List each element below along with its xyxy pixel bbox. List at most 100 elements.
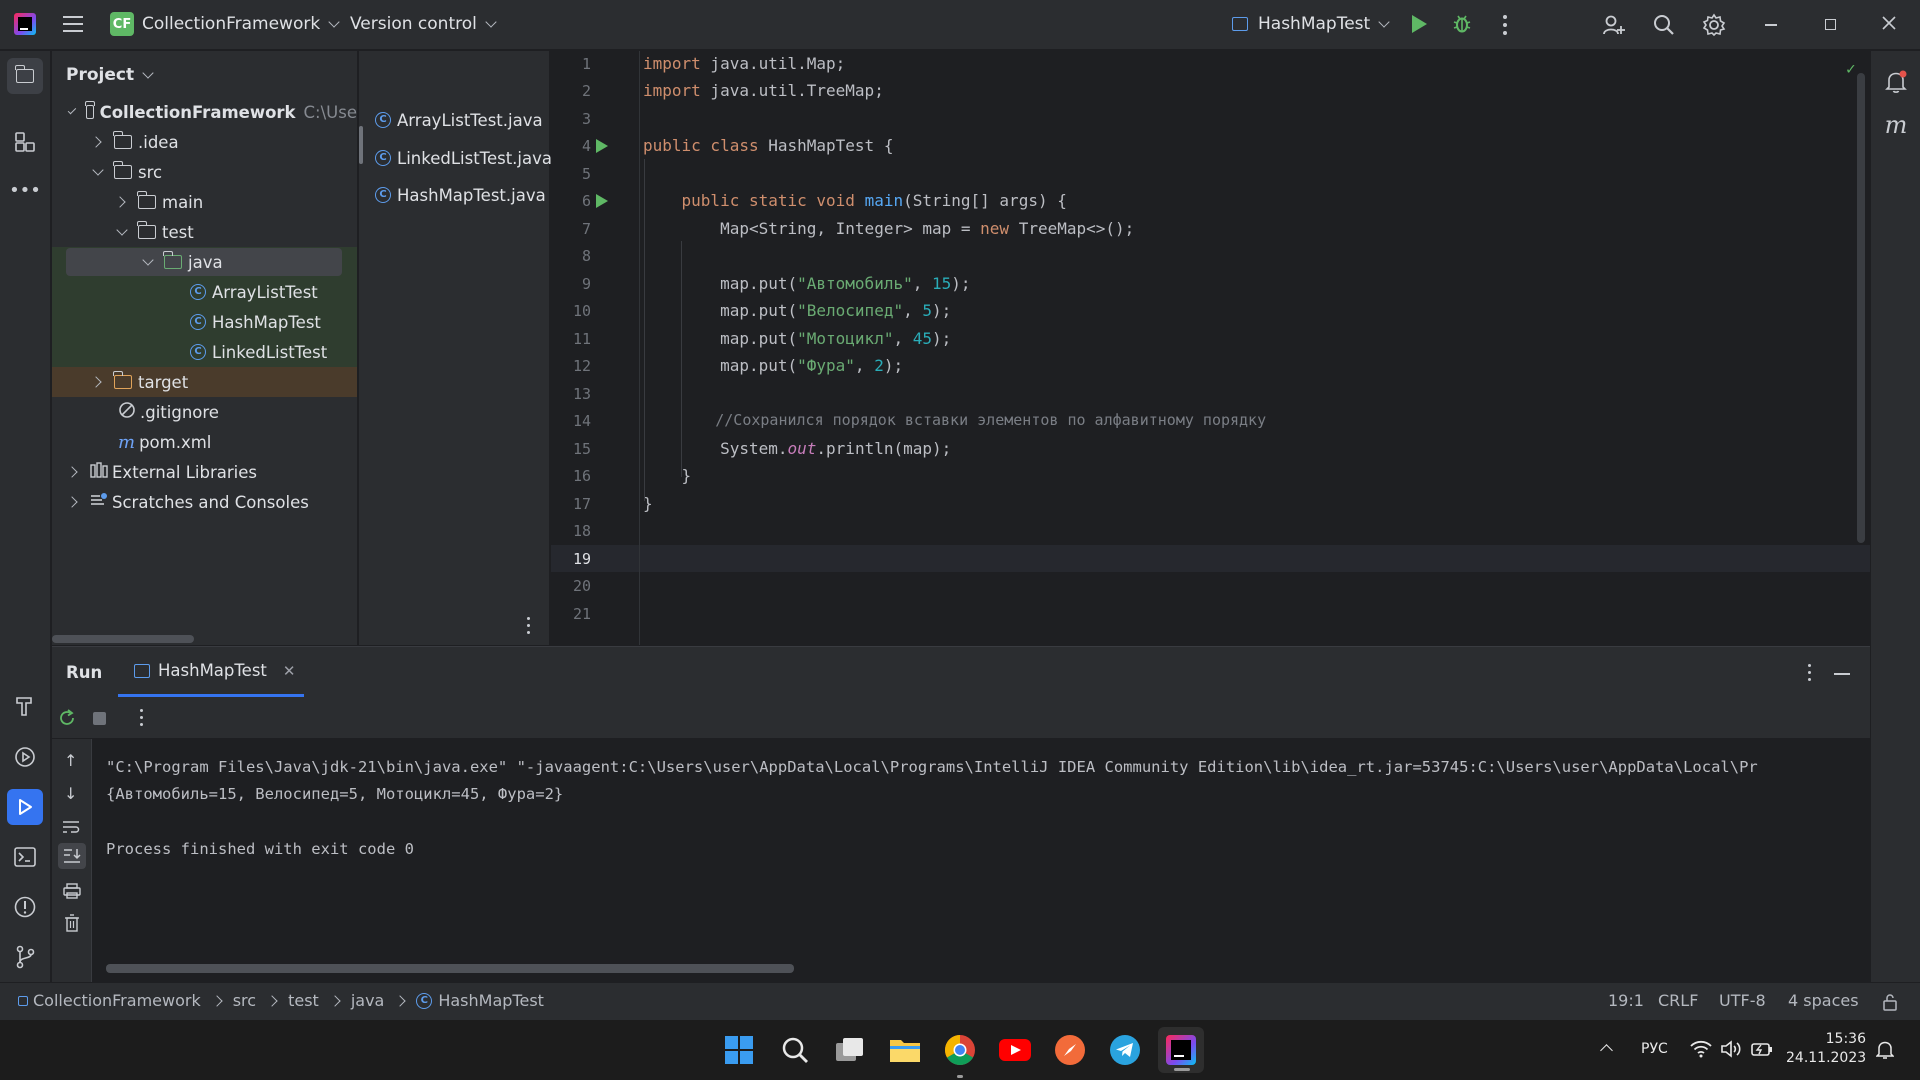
run-gutter-icon[interactable] — [596, 194, 608, 208]
input-language[interactable]: РУС — [1641, 1041, 1668, 1057]
caret-position[interactable]: 19:1 — [1608, 991, 1644, 1010]
tree-item-hashmaptest[interactable]: C HashMapTest — [52, 307, 357, 337]
more-options-icon[interactable] — [527, 617, 531, 635]
breadcrumb-item[interactable]: java — [351, 991, 385, 1010]
search-icon[interactable] — [1653, 14, 1675, 40]
file-list-scrollbar[interactable] — [359, 126, 363, 164]
restore-icon[interactable] — [1825, 19, 1836, 30]
breadcrumb-item[interactable]: src — [233, 991, 256, 1010]
problems-tool-icon[interactable] — [7, 889, 43, 925]
git-tool-icon[interactable] — [7, 939, 43, 975]
run-gutter-icon[interactable] — [596, 139, 608, 153]
tree-item-gitignore[interactable]: .gitignore — [52, 397, 357, 427]
vcs-widget[interactable]: Version control — [350, 14, 497, 34]
console-output[interactable]: "C:\Program Files\Java\jdk-21\bin\java.e… — [92, 739, 1870, 983]
class-icon: C — [190, 314, 206, 330]
soft-wrap-icon[interactable] — [62, 819, 80, 838]
tree-item-external-libraries[interactable]: External Libraries — [52, 457, 357, 487]
tree-item-scratches[interactable]: Scratches and Consoles — [52, 487, 357, 517]
code-line-7: Map<String, Integer> map = new TreeMap<>… — [643, 219, 1135, 238]
project-panel-header[interactable]: Project — [66, 65, 154, 85]
tree-item-main[interactable]: main — [52, 187, 357, 217]
intellij-logo-icon[interactable] — [14, 13, 36, 35]
print-icon[interactable] — [63, 883, 81, 903]
taskbar-search-icon[interactable] — [775, 1030, 815, 1070]
main-menu-icon[interactable] — [63, 16, 83, 34]
tree-item-target[interactable]: target — [52, 367, 357, 397]
breadcrumb-item[interactable]: test — [288, 991, 319, 1010]
file-item-arraylisttest[interactable]: C ArrayListTest.java — [375, 105, 543, 135]
settings-gear-icon[interactable] — [1702, 13, 1726, 41]
more-actions-icon[interactable] — [140, 709, 144, 727]
file-item-linkedlisttest[interactable]: C LinkedListTest.java — [375, 143, 552, 173]
services-tool-icon[interactable] — [7, 739, 43, 775]
run-tab-hashmaptest[interactable]: HashMapTest ✕ — [118, 647, 304, 697]
tree-item-java[interactable]: java — [52, 247, 357, 277]
tree-item-pom[interactable]: m pom.xml — [52, 427, 357, 457]
file-item-hashmaptest[interactable]: C HashMapTest.java — [375, 180, 546, 210]
battery-icon[interactable] — [1751, 1041, 1773, 1061]
maven-tool-icon[interactable]: m — [1878, 107, 1914, 143]
scroll-to-end-icon[interactable] — [58, 843, 86, 869]
terminal-tool-icon[interactable] — [7, 839, 43, 875]
notifications-bell-icon[interactable] — [1878, 64, 1914, 100]
debug-icon[interactable] — [1453, 14, 1471, 34]
project-name: CollectionFramework — [142, 14, 321, 34]
intellij-taskbar-icon[interactable] — [1158, 1027, 1204, 1073]
indent-setting[interactable]: 4 spaces — [1788, 991, 1859, 1010]
structure-tool-icon[interactable] — [7, 124, 43, 160]
editor-scrollbar[interactable] — [1857, 73, 1865, 543]
line-number: 18 — [572, 522, 591, 540]
rerun-icon[interactable] — [58, 709, 76, 731]
tree-item-linkedlisttest[interactable]: C LinkedListTest — [52, 337, 357, 367]
run-tool-icon[interactable] — [7, 789, 43, 825]
project-widget[interactable]: CF CollectionFramework — [110, 12, 340, 36]
wifi-icon[interactable] — [1690, 1040, 1712, 1062]
task-view-icon[interactable] — [830, 1030, 870, 1070]
arrow-up-icon[interactable]: ↑ — [64, 751, 77, 770]
close-tab-icon[interactable]: ✕ — [283, 662, 296, 680]
telegram-icon[interactable] — [1105, 1030, 1145, 1070]
tree-item-src[interactable]: src — [52, 157, 357, 187]
file-explorer-icon[interactable] — [885, 1030, 925, 1070]
run-icon[interactable] — [1412, 15, 1427, 33]
tree-item-idea[interactable]: .idea — [52, 127, 357, 157]
chevron-up-icon[interactable] — [1600, 1044, 1613, 1057]
trash-icon[interactable] — [64, 914, 80, 936]
run-config-selector[interactable]: HashMapTest — [1232, 14, 1390, 34]
horizontal-scrollbar[interactable] — [52, 635, 194, 643]
arrow-down-icon[interactable]: ↓ — [64, 784, 77, 803]
build-tool-icon[interactable] — [7, 688, 43, 724]
test-folder-icon — [163, 251, 182, 269]
console-horizontal-scrollbar[interactable] — [106, 964, 794, 973]
stop-icon[interactable] — [93, 712, 106, 725]
clock[interactable]: 15:36 24.11.2023 — [1786, 1030, 1866, 1068]
more-tools-icon[interactable]: ••• — [7, 172, 43, 208]
clock-time: 15:36 — [1825, 1031, 1866, 1047]
minimize-icon[interactable] — [1765, 24, 1777, 26]
youtube-icon[interactable] — [995, 1030, 1035, 1070]
lock-icon[interactable] — [1882, 993, 1898, 1015]
tree-item-test[interactable]: test — [52, 217, 357, 247]
line-number: 17 — [572, 495, 591, 513]
file-encoding[interactable]: UTF-8 — [1719, 991, 1766, 1010]
tree-item-arraylisttest[interactable]: C ArrayListTest — [52, 277, 357, 307]
chrome-icon[interactable] — [940, 1030, 980, 1078]
close-icon[interactable] — [1881, 15, 1897, 35]
library-icon — [90, 462, 108, 482]
code-with-me-icon[interactable] — [1603, 14, 1625, 40]
volume-icon[interactable] — [1720, 1040, 1742, 1062]
compass-app-icon[interactable] — [1050, 1030, 1090, 1070]
project-tool-icon[interactable] — [7, 58, 43, 94]
breadcrumb-item[interactable]: CollectionFramework — [33, 991, 201, 1010]
more-actions-icon[interactable] — [1503, 15, 1507, 35]
line-separator[interactable]: CRLF — [1658, 991, 1698, 1010]
windows-start-icon[interactable] — [719, 1030, 759, 1070]
breadcrumb-item[interactable]: HashMapTest — [438, 991, 544, 1010]
more-options-icon[interactable] — [1808, 664, 1812, 682]
no-problems-check-icon[interactable]: ✓ — [1846, 59, 1856, 78]
hide-panel-icon[interactable] — [1834, 673, 1850, 675]
notification-bell-icon[interactable] — [1875, 1040, 1895, 1064]
tree-item-collectionframework[interactable]: CollectionFramework C:\Use — [52, 97, 357, 127]
code-editor[interactable]: ✓ 1 2 3 4 5 6 7 8 9 10 11 12 13 14 15 16… — [551, 51, 1870, 645]
